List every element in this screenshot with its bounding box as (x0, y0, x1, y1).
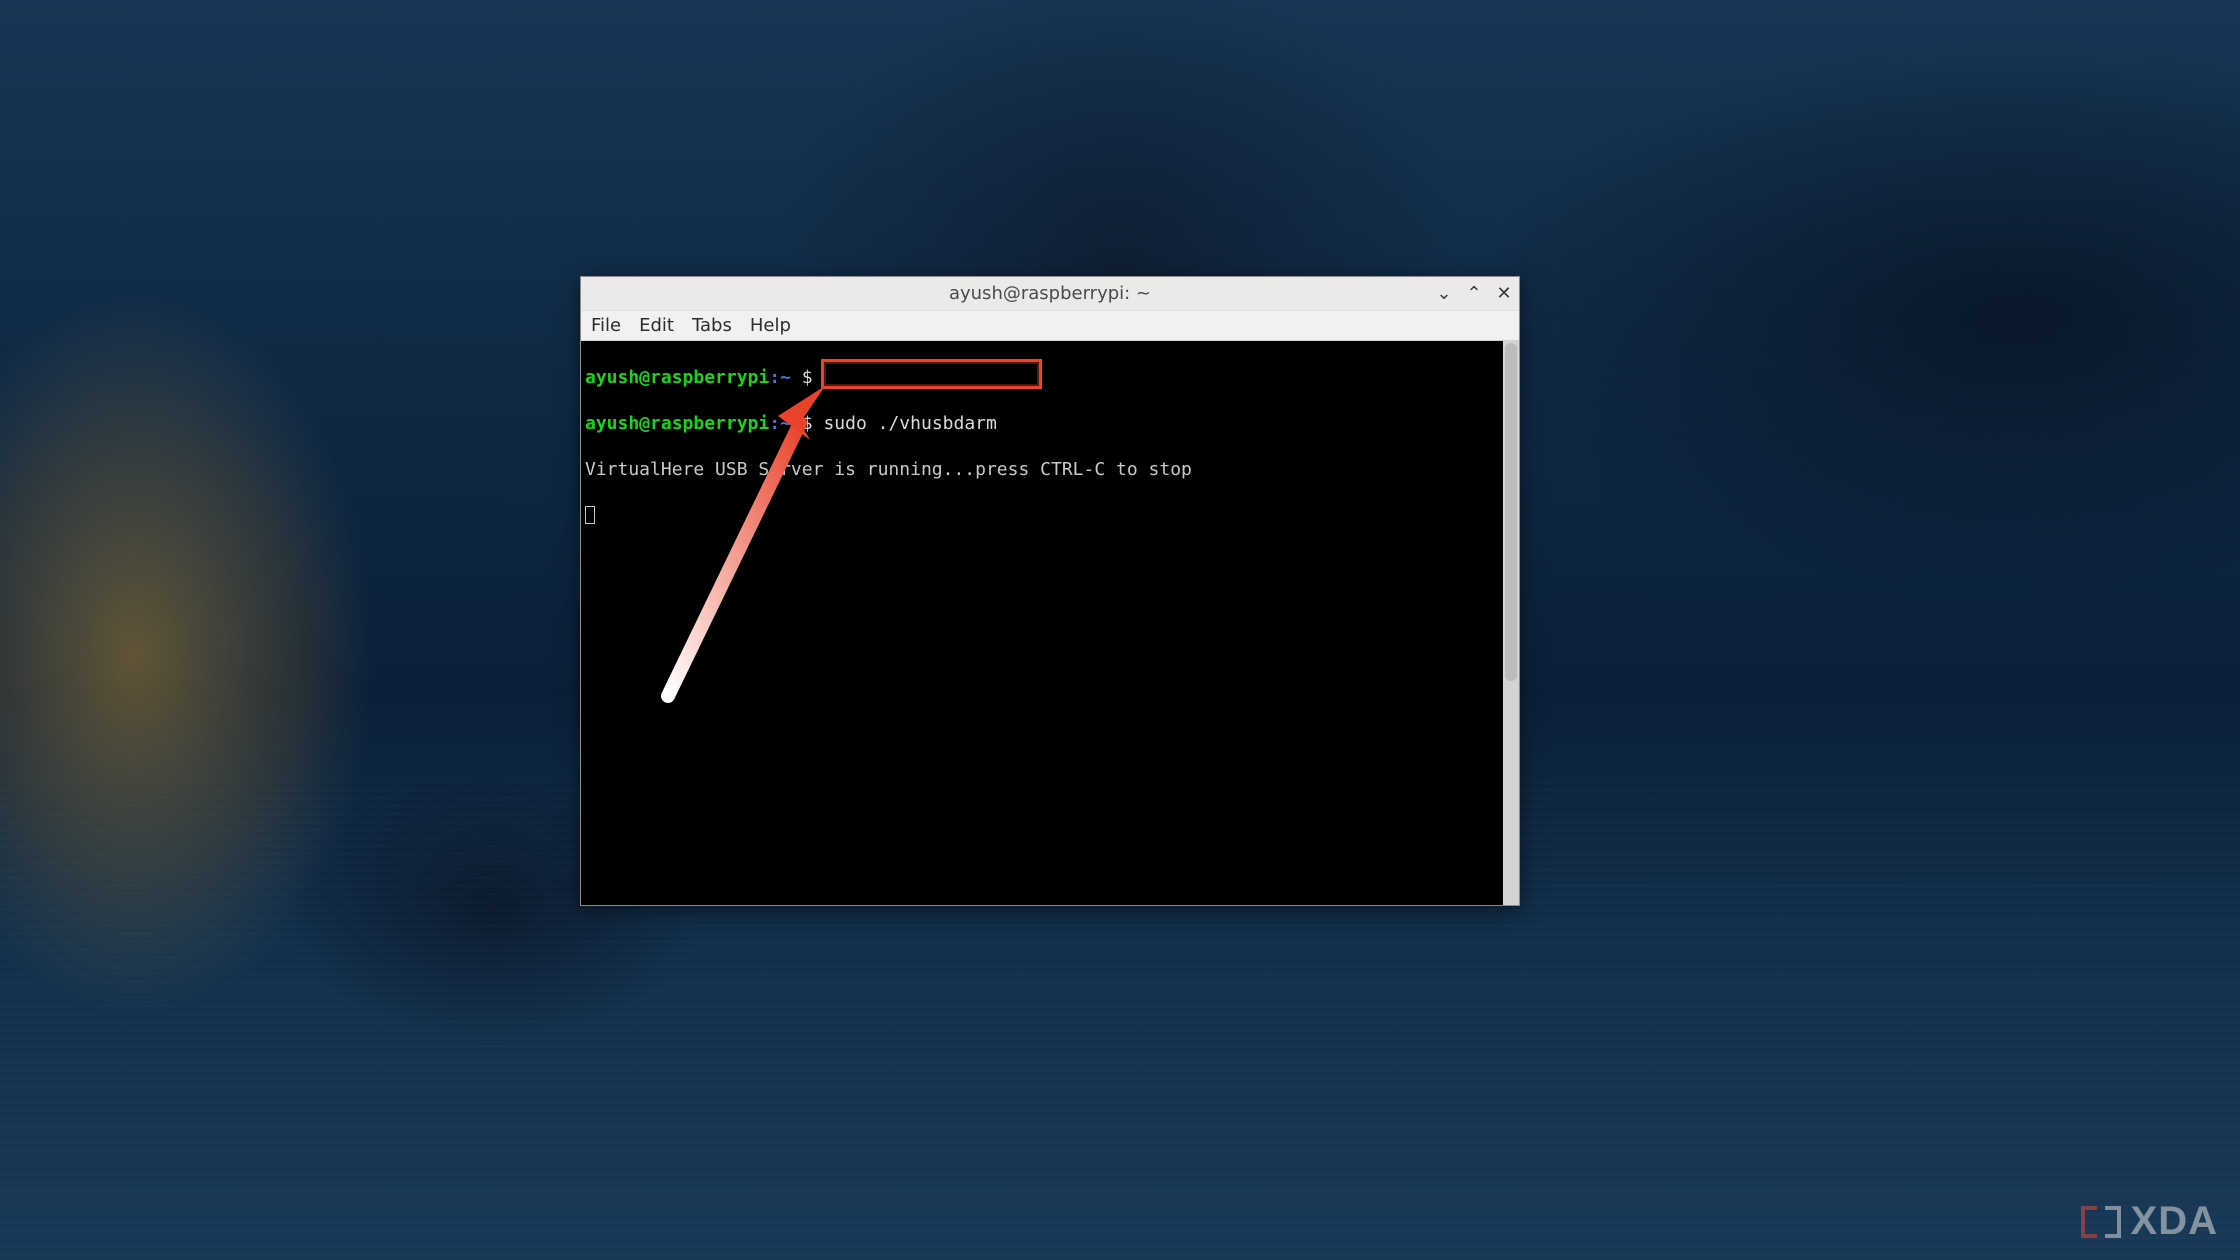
terminal-cursor (585, 506, 595, 524)
command-text: sudo ./vhusbdarm (823, 413, 996, 434)
watermark: XDA (2081, 1199, 2218, 1244)
prompt-tilde: ~ (780, 413, 791, 434)
titlebar[interactable]: ayush@raspberrypi: ~ ⌄ ⌃ ✕ (581, 277, 1519, 311)
prompt-path: : (769, 413, 780, 434)
prompt-user: ayush@raspberrypi (585, 413, 769, 434)
watermark-text: XDA (2131, 1199, 2218, 1244)
prompt-symbol: $ (802, 413, 813, 434)
scrollbar[interactable] (1503, 341, 1519, 905)
terminal-body[interactable]: ayush@raspberrypi:~ $ ayush@raspberrypi:… (581, 341, 1519, 905)
close-icon[interactable]: ✕ (1495, 285, 1513, 303)
menubar: File Edit Tabs Help (581, 311, 1519, 341)
prompt-tilde: ~ (780, 367, 791, 388)
prompt-symbol: $ (802, 367, 813, 388)
window-controls: ⌄ ⌃ ✕ (1435, 277, 1513, 310)
prompt-line: ayush@raspberrypi:~ $ sudo ./vhusbdarm (585, 412, 1515, 435)
watermark-logo-icon (2081, 1202, 2121, 1242)
terminal-window: ayush@raspberrypi: ~ ⌄ ⌃ ✕ File Edit Tab… (580, 276, 1520, 906)
terminal-output: VirtualHere USB Server is running...pres… (585, 458, 1515, 481)
scrollbar-thumb[interactable] (1505, 343, 1517, 681)
window-title: ayush@raspberrypi: ~ (949, 283, 1151, 304)
prompt-user: ayush@raspberrypi (585, 367, 769, 388)
minimize-icon[interactable]: ⌄ (1435, 285, 1453, 303)
maximize-icon[interactable]: ⌃ (1465, 285, 1483, 303)
prompt-line: ayush@raspberrypi:~ $ (585, 366, 1515, 389)
prompt-path: : (769, 367, 780, 388)
menu-file[interactable]: File (591, 315, 621, 336)
menu-tabs[interactable]: Tabs (692, 315, 732, 336)
menu-help[interactable]: Help (750, 315, 791, 336)
menu-edit[interactable]: Edit (639, 315, 674, 336)
